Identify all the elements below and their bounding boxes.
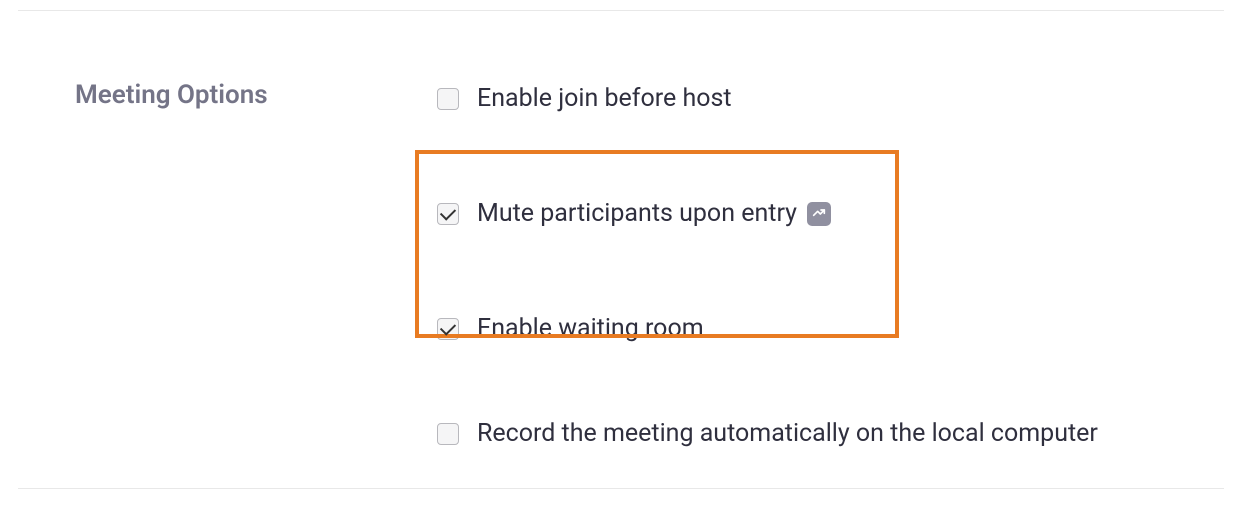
options-column: Enable join before host Mute participant… [437, 70, 1212, 456]
checkbox-waiting-room[interactable] [437, 318, 459, 340]
meeting-options-section: Meeting Options Enable join before host … [75, 70, 1212, 456]
section-divider-top [18, 10, 1224, 11]
label-record-auto[interactable]: Record the meeting automatically on the … [477, 419, 1098, 448]
option-mute-on-entry: Mute participants upon entry [437, 191, 1212, 236]
section-divider-bottom [18, 488, 1224, 489]
checkbox-mute-on-entry[interactable] [437, 203, 459, 225]
option-join-before-host: Enable join before host [437, 76, 1212, 121]
section-title: Meeting Options [75, 70, 437, 456]
info-icon[interactable] [807, 202, 831, 226]
label-mute-on-entry[interactable]: Mute participants upon entry [477, 199, 797, 228]
option-waiting-room: Enable waiting room [437, 306, 1212, 351]
checkbox-record-auto[interactable] [437, 423, 459, 445]
checkbox-join-before-host[interactable] [437, 88, 459, 110]
option-record-auto: Record the meeting automatically on the … [437, 411, 1212, 456]
label-waiting-room[interactable]: Enable waiting room [477, 314, 704, 343]
label-join-before-host[interactable]: Enable join before host [477, 84, 732, 113]
